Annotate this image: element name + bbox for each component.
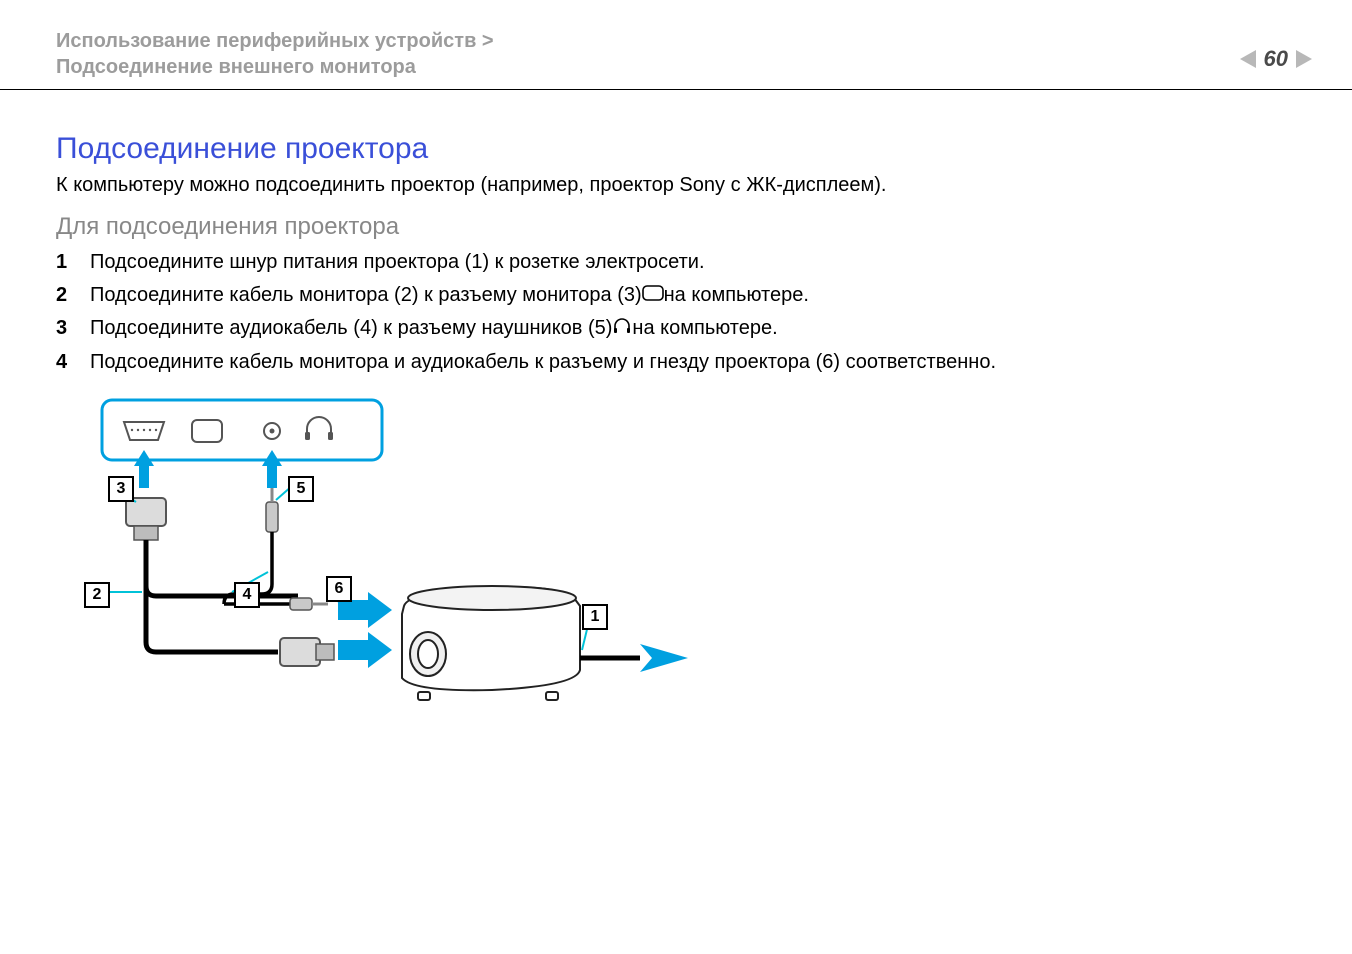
step-item: Подсоедините кабель монитора (2) к разъе… [56, 284, 1296, 307]
callout-3: 3 [108, 476, 134, 502]
connection-diagram: 3 5 2 4 6 1 [92, 392, 732, 732]
section-intro: К компьютеру можно подсоединить проектор… [56, 174, 1296, 197]
callout-1: 1 [582, 604, 608, 630]
step-text-suffix: на компьютере. [632, 317, 777, 340]
headphones-icon [612, 317, 632, 341]
breadcrumb: Использование периферийных устройств > П… [56, 28, 494, 80]
breadcrumb-line1: Использование периферийных устройств > [56, 28, 494, 54]
steps-list: Подсоедините шнур питания проектора (1) … [56, 251, 1296, 374]
page-prev-icon[interactable] [1240, 50, 1256, 68]
page-number: 60 [1264, 46, 1288, 72]
step-text-prefix: Подсоедините кабель монитора (2) к разъе… [90, 284, 642, 307]
step-text-prefix: Подсоедините аудиокабель (4) к разъему н… [90, 317, 612, 340]
section-subtitle: Для подсоединения проектора [56, 213, 1296, 241]
page-content: Подсоединение проектора К компьютеру мож… [0, 90, 1352, 732]
step-text: Подсоедините кабель монитора и аудиокабе… [90, 351, 996, 374]
monitor-port-icon [642, 284, 664, 307]
step-text: Подсоедините шнур питания проектора (1) … [90, 251, 705, 274]
callout-6: 6 [326, 576, 352, 602]
callout-5: 5 [288, 476, 314, 502]
page-header: Использование периферийных устройств > П… [0, 0, 1352, 90]
step-item: Подсоедините кабель монитора и аудиокабе… [56, 351, 1296, 374]
callout-4: 4 [234, 582, 260, 608]
section-title: Подсоединение проектора [56, 132, 1296, 166]
step-item: Подсоедините шнур питания проектора (1) … [56, 251, 1296, 274]
step-item: Подсоедините аудиокабель (4) к разъему н… [56, 317, 1296, 341]
pager: 60 [1240, 28, 1312, 72]
callout-2: 2 [84, 582, 110, 608]
page-next-icon[interactable] [1296, 50, 1312, 68]
breadcrumb-line2: Подсоединение внешнего монитора [56, 54, 494, 80]
step-text-suffix: на компьютере. [664, 284, 809, 307]
